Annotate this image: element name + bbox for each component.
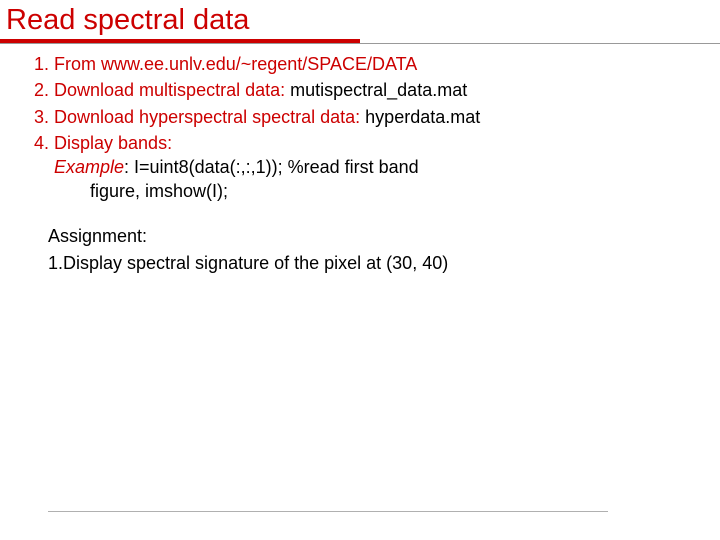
title-thin-line [0,43,720,44]
example-line: Example: I=uint8(data(:,:,1)); %read fir… [54,155,720,179]
list-rest: mutispectral_data.mat [290,80,467,100]
slide-title: Read spectral data [0,0,720,37]
list-lead: Display bands: [54,133,172,153]
assignment-heading: Assignment: [48,226,720,247]
example-label: Example [54,157,124,177]
list-item: Display bands: Example: I=uint8(data(:,:… [54,131,720,204]
list-item: Download multispectral data: mutispectra… [54,78,720,102]
figure-line: figure, imshow(I); [90,179,720,203]
example-code: : I=uint8(data(:,:,1)); %read first band [124,157,419,177]
list-item: Download hyperspectral spectral data: hy… [54,105,720,129]
instruction-list: From www.ee.unlv.edu/~regent/SPACE/DATA … [54,52,720,204]
assignment-item: 1.Display spectral signature of the pixe… [48,253,720,274]
list-item: From www.ee.unlv.edu/~regent/SPACE/DATA [54,52,720,76]
list-text: From www.ee.unlv.edu/~regent/SPACE/DATA [54,54,417,74]
list-lead: Download hyperspectral spectral data: [54,107,365,127]
list-rest: hyperdata.mat [365,107,480,127]
footer-divider [48,511,608,512]
assignment-block: Assignment: 1.Display spectral signature… [48,226,720,274]
list-lead: Download multispectral data: [54,80,290,100]
